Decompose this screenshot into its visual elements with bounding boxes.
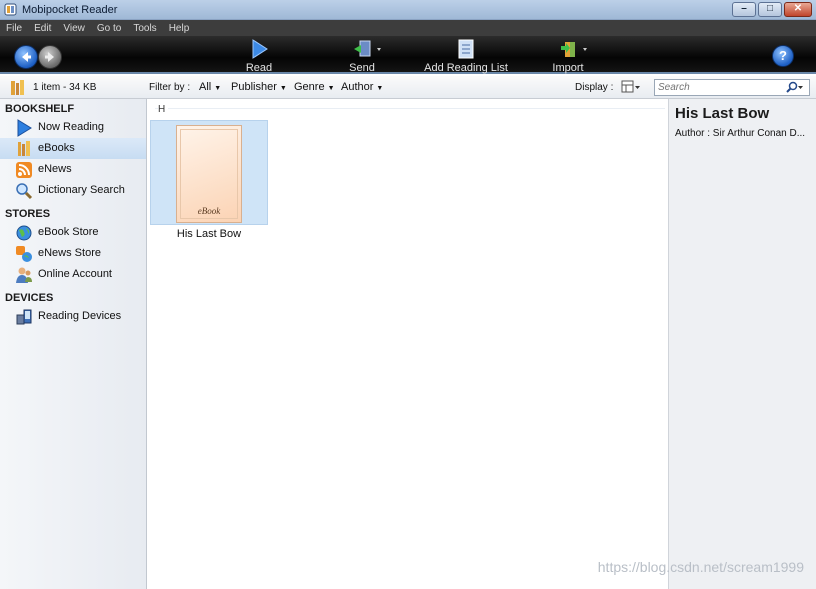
title-bar: Mobipocket Reader – □ ✕ <box>0 0 816 20</box>
filter-all-label: All <box>199 81 212 93</box>
app-icon <box>4 3 17 16</box>
reading-list-icon <box>458 39 474 59</box>
menu-edit[interactable]: Edit <box>34 23 51 34</box>
book-cover: eBook <box>176 125 242 223</box>
group-header: H <box>158 104 169 115</box>
caret-down-icon: ▼ <box>376 85 384 92</box>
search-input[interactable] <box>655 80 779 94</box>
sidebar-item-ebook-store[interactable]: eBook Store <box>0 222 146 243</box>
item-count: 1 item - 34 KB <box>33 82 97 93</box>
account-icon <box>16 267 32 283</box>
send-icon <box>354 40 381 57</box>
filter-by-label: Filter by : <box>149 82 191 93</box>
forward-button[interactable] <box>38 45 62 69</box>
maximize-button[interactable]: □ <box>758 2 782 17</box>
send-label: Send <box>349 62 375 74</box>
read-label: Read <box>245 62 273 74</box>
magnifier-icon <box>16 183 33 200</box>
arrow-left-icon <box>22 52 31 62</box>
news-store-icon <box>16 246 32 262</box>
caret-down-icon: ▼ <box>214 85 222 92</box>
send-button[interactable]: Send <box>343 39 381 74</box>
section-devices: DEVICES <box>5 292 54 304</box>
menu-bar: File Edit View Go to Tools Help <box>0 20 816 36</box>
book-tile[interactable]: eBook <box>150 120 268 225</box>
caret-down-icon: ▼ <box>279 85 287 92</box>
filter-genre-dropdown[interactable]: Genre ▼ <box>294 81 335 93</box>
section-bookshelf: BOOKSHELF <box>5 103 75 115</box>
caret-down-icon: ▼ <box>327 85 335 92</box>
arrow-right-icon <box>45 52 54 62</box>
filter-genre-label: Genre <box>294 81 325 93</box>
play-icon <box>252 39 268 59</box>
display-mode-button[interactable] <box>621 80 641 94</box>
detail-title: His Last Bow <box>675 105 770 122</box>
sidebar-item-label: Online Account <box>38 268 112 280</box>
window-title: Mobipocket Reader <box>22 4 118 16</box>
search-box <box>654 79 810 96</box>
filter-author-dropdown[interactable]: Author ▼ <box>341 81 383 93</box>
rss-icon <box>16 162 32 178</box>
detail-author: Author : Sir Arthur Conan D... <box>675 128 806 139</box>
sidebar-item-label: Reading Devices <box>38 310 122 322</box>
import-label: Import <box>552 62 584 74</box>
books-icon <box>11 80 24 95</box>
filter-author-label: Author <box>341 81 374 93</box>
help-button[interactable]: ? <box>772 45 794 67</box>
search-icon[interactable] <box>783 81 805 95</box>
display-label: Display : <box>575 82 614 93</box>
import-button[interactable]: Import <box>549 39 587 74</box>
menu-goto[interactable]: Go to <box>97 23 121 34</box>
sidebar-item-label: Dictionary Search <box>38 184 125 196</box>
detail-pane: His Last Bow Author : Sir Arthur Conan D… <box>668 99 816 589</box>
device-icon <box>16 309 32 325</box>
import-icon <box>561 42 587 57</box>
close-button[interactable]: ✕ <box>784 2 812 17</box>
menu-help[interactable]: Help <box>169 23 190 34</box>
play-icon <box>17 119 32 137</box>
sidebar-item-label: eNews Store <box>38 247 101 259</box>
main-toolbar: Read Send Add Reading List Import ? <box>0 36 816 74</box>
menu-view[interactable]: View <box>63 23 85 34</box>
minimize-button[interactable]: – <box>732 2 756 17</box>
sidebar: BOOKSHELF Now Reading eBooks eNews Dicti… <box>0 99 147 589</box>
sidebar-item-label: eBook Store <box>38 226 99 238</box>
menu-tools[interactable]: Tools <box>133 23 156 34</box>
sidebar-item-label: Now Reading <box>38 121 105 133</box>
sidebar-item-online-account[interactable]: Online Account <box>0 264 146 285</box>
filter-all-dropdown[interactable]: All ▼ <box>199 81 221 93</box>
add-reading-list-button[interactable]: Add Reading List <box>424 39 508 74</box>
sidebar-item-ebooks[interactable]: eBooks <box>0 138 146 159</box>
sidebar-item-reading-devices[interactable]: Reading Devices <box>0 306 146 327</box>
filter-publisher-label: Publisher <box>231 81 277 93</box>
sidebar-item-enews[interactable]: eNews <box>0 159 146 180</box>
filter-publisher-dropdown[interactable]: Publisher ▼ <box>231 81 287 93</box>
library-content: H eBook His Last Bow <box>147 99 668 589</box>
back-button[interactable] <box>14 45 38 69</box>
section-stores: STORES <box>5 208 51 220</box>
menu-file[interactable]: File <box>6 23 22 34</box>
sidebar-item-now-reading[interactable]: Now Reading <box>0 117 146 138</box>
globe-icon <box>16 225 32 241</box>
sidebar-item-label: eBooks <box>38 142 75 154</box>
sidebar-item-label: eNews <box>38 163 72 175</box>
sidebar-item-enews-store[interactable]: eNews Store <box>0 243 146 264</box>
read-button[interactable]: Read <box>240 39 278 74</box>
filter-bar: 1 item - 34 KB Filter by : All ▼ Publishe… <box>0 76 816 99</box>
add-reading-list-label: Add Reading List <box>424 62 508 74</box>
sidebar-item-dictionary-search[interactable]: Dictionary Search <box>0 180 146 201</box>
book-title[interactable]: His Last Bow <box>150 228 268 240</box>
group-divider <box>155 108 665 109</box>
watermark: https://blog.csdn.net/scream1999 <box>597 559 804 575</box>
cover-label: eBook <box>197 206 221 216</box>
books-icon <box>18 141 30 156</box>
